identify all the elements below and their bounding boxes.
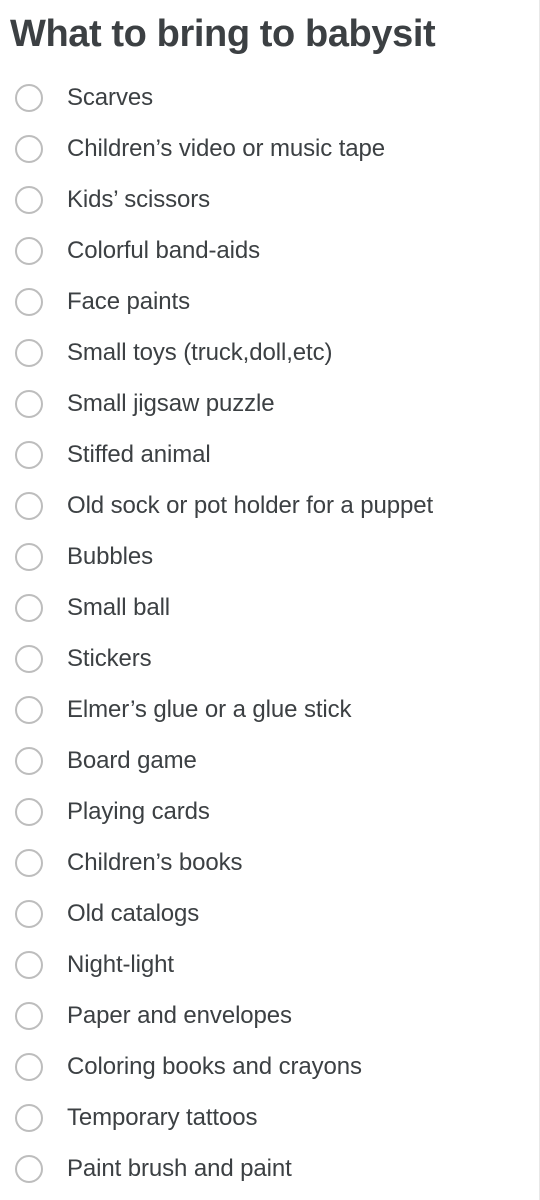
options-list: Scarves Children’s video or music tape Kid… [0,72,539,1194]
option-row[interactable]: Small ball [0,582,539,633]
option-label: Children’s video or music tape [67,134,386,162]
option-label: Old catalogs [67,899,200,927]
option-row[interactable]: Paint brush and paint [0,1143,539,1194]
option-label: Stiffed animal [67,440,211,468]
radio-unchecked-icon[interactable] [15,83,43,112]
option-row[interactable]: Elmer’s glue or a glue stick [0,684,539,735]
radio-unchecked-icon[interactable] [15,287,43,316]
option-row[interactable]: Coloring books and crayons [0,1041,539,1092]
option-label: Colorful band-aids [67,236,260,264]
radio-unchecked-icon[interactable] [15,1001,43,1030]
option-row[interactable]: Kids’ scissors [0,174,539,225]
radio-unchecked-icon[interactable] [15,440,43,469]
radio-unchecked-icon[interactable] [15,848,43,877]
radio-unchecked-icon[interactable] [15,797,43,826]
option-label: Stickers [67,644,152,672]
option-row[interactable]: Children’s books [0,837,539,888]
option-label: Bubbles [67,542,154,570]
option-row[interactable]: Stickers [0,633,539,684]
option-label: Paper and envelopes [67,1001,292,1029]
option-row[interactable]: Children’s video or music tape [0,123,539,174]
radio-unchecked-icon[interactable] [15,695,43,724]
page-title: What to bring to babysit [10,13,436,55]
option-row[interactable]: Colorful band-aids [0,225,539,276]
option-row[interactable]: Board game [0,735,539,786]
form-card: What to bring to babysit Scarves Children… [0,0,540,1200]
option-row[interactable]: Temporary tattoos [0,1092,539,1143]
radio-unchecked-icon[interactable] [15,185,43,214]
option-row[interactable]: Face paints [0,276,539,327]
option-label: Small toys (truck,doll,etc) [67,338,333,366]
radio-unchecked-icon[interactable] [15,236,43,265]
option-row[interactable]: Old catalogs [0,888,539,939]
radio-unchecked-icon[interactable] [15,134,43,163]
option-label: Elmer’s glue or a glue stick [67,695,352,723]
radio-unchecked-icon[interactable] [15,644,43,673]
radio-unchecked-icon[interactable] [15,593,43,622]
option-label: Children’s books [67,848,243,876]
radio-unchecked-icon[interactable] [15,899,43,928]
radio-unchecked-icon[interactable] [15,542,43,571]
option-label: Board game [67,746,197,774]
option-row[interactable]: Night-light [0,939,539,990]
option-label: Scarves [67,83,153,111]
radio-unchecked-icon[interactable] [15,746,43,775]
option-label: Face paints [67,287,190,315]
option-row[interactable]: Paper and envelopes [0,990,539,1041]
option-label: Paint brush and paint [67,1154,292,1182]
radio-unchecked-icon[interactable] [15,1052,43,1081]
option-row[interactable]: Scarves [0,72,539,123]
option-label: Small ball [67,593,171,621]
option-label: Night-light [67,950,174,978]
option-label: Temporary tattoos [67,1103,258,1131]
option-row[interactable]: Small jigsaw puzzle [0,378,539,429]
radio-unchecked-icon[interactable] [15,1103,43,1132]
option-row[interactable]: Small toys (truck,doll,etc) [0,327,539,378]
option-label: Old sock or pot holder for a puppet [67,491,434,519]
option-row[interactable]: Stiffed animal [0,429,539,480]
radio-unchecked-icon[interactable] [15,491,43,520]
radio-unchecked-icon[interactable] [15,1154,43,1183]
radio-unchecked-icon[interactable] [15,950,43,979]
option-row[interactable]: Bubbles [0,531,539,582]
option-label: Coloring books and crayons [67,1052,362,1080]
radio-unchecked-icon[interactable] [15,389,43,418]
option-row[interactable]: Old sock or pot holder for a puppet [0,480,539,531]
option-label: Playing cards [67,797,210,825]
option-row[interactable]: Playing cards [0,786,539,837]
option-label: Small jigsaw puzzle [67,389,275,417]
radio-unchecked-icon[interactable] [15,338,43,367]
option-label: Kids’ scissors [67,185,211,213]
